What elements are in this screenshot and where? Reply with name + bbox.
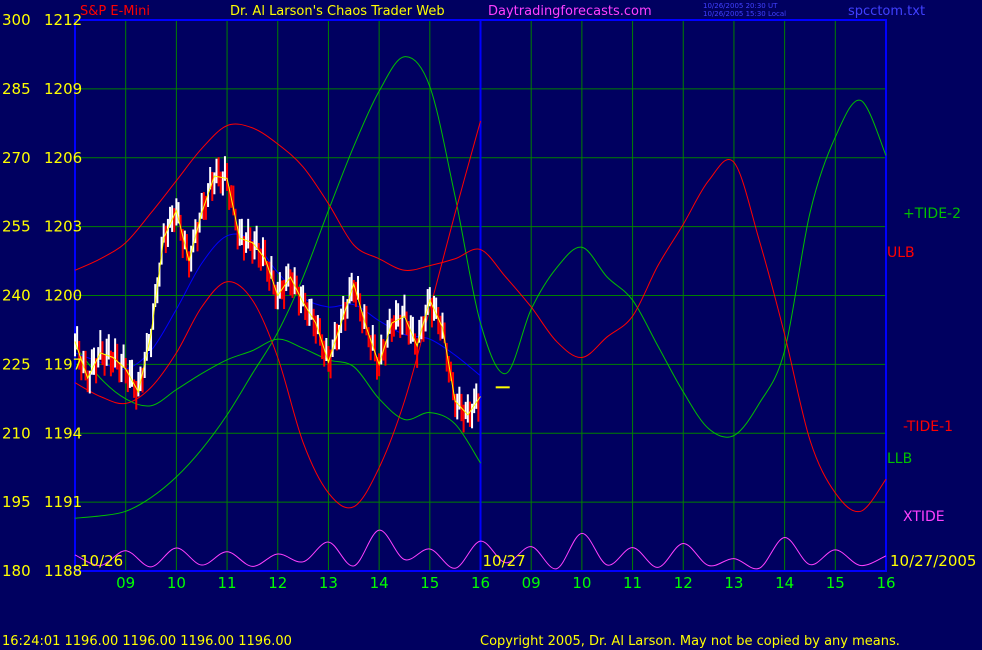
- y-tick-price: 1188: [44, 562, 82, 580]
- x-tick-hour: 14: [775, 574, 794, 592]
- site-title: Dr. Al Larson's Chaos Trader Web: [230, 4, 445, 19]
- x-tick-hour: 10: [572, 574, 591, 592]
- timestamp-ut: 10/26/2005 20:30 UT: [703, 2, 778, 10]
- x-date-label: 10/26: [80, 552, 123, 570]
- x-tick-hour: 13: [319, 574, 338, 592]
- y-tick-price: 1206: [44, 149, 82, 167]
- x-tick-hour: 09: [522, 574, 541, 592]
- y-tick-secondary: 225: [2, 355, 31, 373]
- x-tick-hour: 11: [218, 574, 237, 592]
- series-label: ULB: [887, 245, 915, 261]
- x-tick-hour: 10: [167, 574, 186, 592]
- y-tick-secondary: 270: [2, 149, 31, 167]
- y-tick-secondary: 180: [2, 562, 31, 580]
- series-label: XTIDE: [903, 509, 945, 525]
- y-tick-price: 1200: [44, 287, 82, 305]
- y-tick-secondary: 255: [2, 218, 31, 236]
- y-tick-price: 1194: [44, 424, 82, 442]
- x-date-label: 10/27: [483, 552, 526, 570]
- x-tick-hour: 16: [471, 574, 490, 592]
- y-tick-secondary: 300: [2, 11, 31, 29]
- y-tick-secondary: 240: [2, 287, 31, 305]
- y-tick-price: 1212: [44, 11, 82, 29]
- copyright: Copyright 2005, Dr. Al Larson. May not b…: [480, 634, 900, 649]
- x-tick-hour: 16: [876, 574, 895, 592]
- x-tick-hour: 15: [420, 574, 439, 592]
- y-tick-secondary: 195: [2, 493, 31, 511]
- y-tick-secondary: 210: [2, 424, 31, 442]
- y-tick-price: 1203: [44, 218, 82, 236]
- x-tick-hour: 13: [724, 574, 743, 592]
- y-tick-price: 1191: [44, 493, 82, 511]
- x-tick-hour: 12: [268, 574, 287, 592]
- y-tick-secondary: 285: [2, 80, 31, 98]
- x-date-label: 10/27/2005: [890, 552, 976, 570]
- x-tick-hour: 12: [674, 574, 693, 592]
- x-tick-hour: 09: [116, 574, 135, 592]
- series-label: -TIDE-1: [903, 419, 953, 435]
- chart: 300 1212285 1209270 1206255 1203240 1200225 11…: [0, 0, 982, 650]
- x-tick-hour: 11: [623, 574, 642, 592]
- y-tick-price: 1209: [44, 80, 82, 98]
- site-url[interactable]: Daytradingforecasts.com: [488, 4, 652, 19]
- series-label: LLB: [887, 451, 912, 467]
- x-tick-hour: 14: [370, 574, 389, 592]
- series-label: +TIDE-2: [903, 206, 961, 222]
- y-tick-price: 1197: [44, 355, 82, 373]
- instrument-title: S&P E-Mini: [80, 4, 150, 19]
- quote-line: 16:24:01 1196.00 1196.00 1196.00 1196.00: [2, 634, 292, 649]
- x-tick-hour: 15: [826, 574, 845, 592]
- file-name: spcctom.txt: [848, 4, 925, 19]
- timestamp-local: 10/26/2005 15:30 Local: [703, 10, 786, 18]
